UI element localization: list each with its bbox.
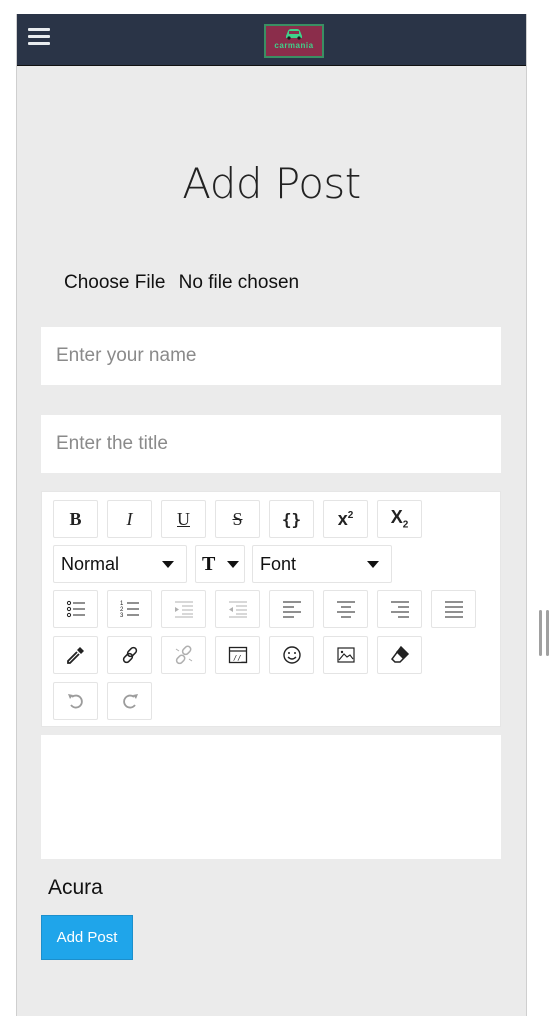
align-right-button[interactable] — [377, 590, 422, 628]
code-braces-icon: {} — [281, 509, 302, 529]
font-family-select[interactable]: Font — [252, 545, 392, 583]
unlink-button[interactable] — [161, 636, 206, 674]
chevron-down-icon — [162, 561, 174, 568]
unlink-icon — [175, 645, 192, 665]
indent-icon — [174, 601, 193, 618]
align-justify-icon — [444, 601, 463, 618]
outdent-icon — [228, 601, 247, 618]
code-button[interactable]: {} — [269, 500, 314, 538]
strikethrough-icon: S — [232, 508, 243, 529]
block-type-value: Normal — [61, 553, 120, 574]
hamburger-menu-icon[interactable] — [28, 28, 50, 46]
title-input[interactable] — [41, 415, 501, 473]
font-size-select[interactable]: T — [195, 545, 245, 583]
bullet-list-icon — [66, 600, 85, 618]
underline-button[interactable]: U — [161, 500, 206, 538]
remove-style-button[interactable] — [377, 636, 422, 674]
emoji-button[interactable] — [269, 636, 314, 674]
align-left-icon — [282, 601, 301, 618]
font-family-value: Font — [260, 553, 297, 574]
smiley-icon — [282, 646, 301, 664]
bold-icon: B — [69, 508, 82, 529]
embedded-button[interactable]: //_ — [215, 636, 260, 674]
eyedropper-icon — [66, 647, 84, 664]
underline-icon: U — [177, 508, 190, 529]
unordered-list-button[interactable] — [53, 590, 98, 628]
editor-toolbar: B I U S {} x2 X2 Normal T Font 1 2 3 //_ — [41, 491, 501, 727]
navbar: carmania — [17, 14, 526, 66]
bold-button[interactable]: B — [53, 500, 98, 538]
app-frame: carmania Add Post Choose File No file ch… — [16, 14, 527, 1016]
car-icon — [286, 29, 302, 40]
chevron-down-icon — [227, 561, 239, 568]
block-type-select[interactable]: Normal — [53, 545, 187, 583]
image-button[interactable] — [323, 636, 368, 674]
align-center-button[interactable] — [323, 590, 368, 628]
numbered-list-icon: 123 — [120, 601, 139, 618]
subscript-icon: X2 — [390, 507, 409, 531]
embed-icon: //_ — [228, 646, 247, 664]
svg-text://_: //_ — [233, 654, 246, 662]
brand-logo[interactable]: carmania — [264, 24, 324, 58]
link-icon — [122, 646, 137, 664]
page-title: Add Post — [182, 159, 361, 208]
redo-icon — [122, 694, 138, 709]
align-justify-button[interactable] — [431, 590, 476, 628]
strikethrough-button[interactable]: S — [215, 500, 260, 538]
link-button[interactable] — [107, 636, 152, 674]
chevron-down-icon — [367, 561, 379, 568]
font-size-icon: T — [202, 552, 216, 575]
color-picker-button[interactable] — [53, 636, 98, 674]
ordered-list-button[interactable]: 123 — [107, 590, 152, 628]
brand-label: Acura — [48, 876, 103, 899]
rich-text-editor[interactable] — [41, 735, 501, 859]
align-center-icon — [336, 601, 355, 618]
undo-button[interactable] — [53, 682, 98, 720]
eraser-icon — [390, 645, 409, 663]
undo-icon — [67, 694, 83, 709]
superscript-icon: x2 — [337, 508, 354, 529]
superscript-button[interactable]: x2 — [323, 500, 368, 538]
add-post-button[interactable]: Add Post — [41, 915, 133, 960]
image-icon — [336, 647, 355, 663]
file-input[interactable]: Choose File No file chosen — [64, 272, 299, 294]
file-status: No file chosen — [178, 272, 300, 293]
align-right-icon — [390, 601, 409, 618]
italic-icon: I — [126, 508, 133, 529]
choose-file-button[interactable]: Choose File — [64, 272, 165, 293]
outdent-button[interactable] — [215, 590, 260, 628]
align-left-button[interactable] — [269, 590, 314, 628]
subscript-button[interactable]: X2 — [377, 500, 422, 538]
logo-text: carmania — [274, 41, 314, 50]
redo-button[interactable] — [107, 682, 152, 720]
indent-button[interactable] — [161, 590, 206, 628]
resize-handle[interactable] — [539, 610, 551, 656]
italic-button[interactable]: I — [107, 500, 152, 538]
name-input[interactable] — [41, 327, 501, 385]
svg-text:3: 3 — [120, 613, 124, 618]
